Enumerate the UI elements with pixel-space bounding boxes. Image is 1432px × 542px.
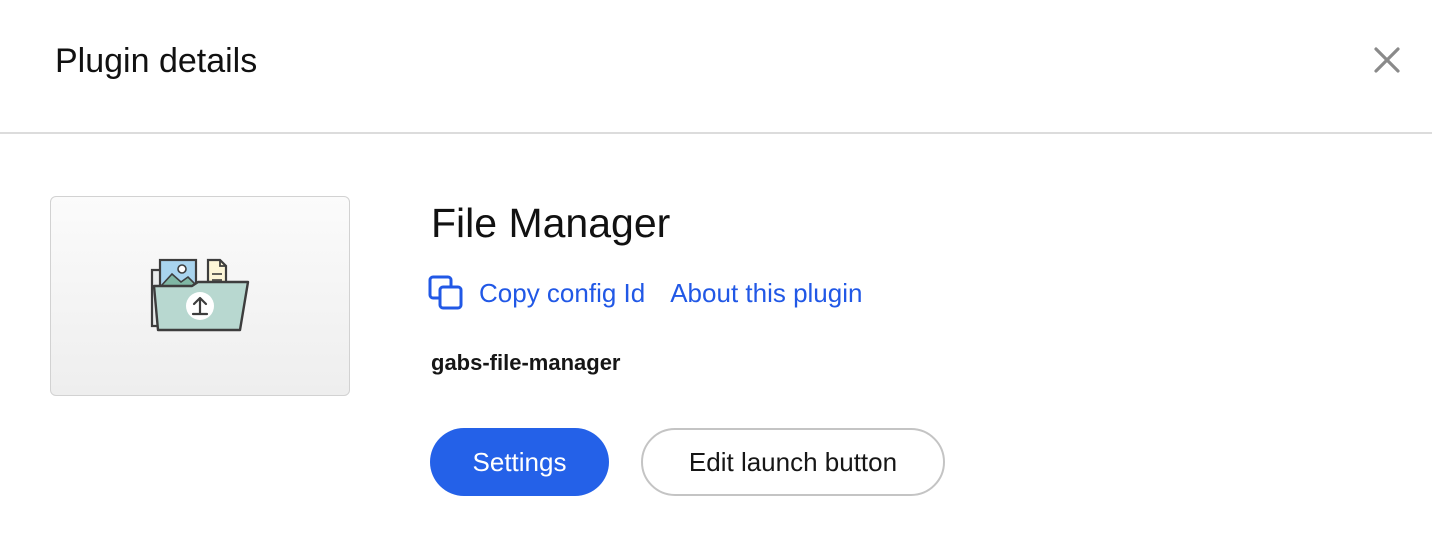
- folder-upload-icon: [150, 258, 250, 332]
- close-button[interactable]: [1368, 41, 1406, 79]
- dialog-title: Plugin details: [55, 42, 258, 80]
- close-icon: [1374, 47, 1400, 73]
- edit-launch-button[interactable]: Edit launch button: [641, 428, 945, 496]
- plugin-links: Copy config Id About this plugin: [427, 273, 862, 313]
- copy-icon: [427, 274, 465, 312]
- plugin-thumbnail: [50, 196, 350, 396]
- plugin-name: File Manager: [431, 200, 671, 246]
- copy-config-id-link[interactable]: Copy config Id: [427, 274, 645, 312]
- about-plugin-link[interactable]: About this plugin: [670, 277, 862, 309]
- dialog-header: Plugin details: [0, 0, 1432, 134]
- settings-button[interactable]: Settings: [430, 428, 609, 496]
- plugin-config-id: gabs-file-manager: [431, 350, 621, 375]
- copy-config-id-label: Copy config Id: [479, 278, 646, 308]
